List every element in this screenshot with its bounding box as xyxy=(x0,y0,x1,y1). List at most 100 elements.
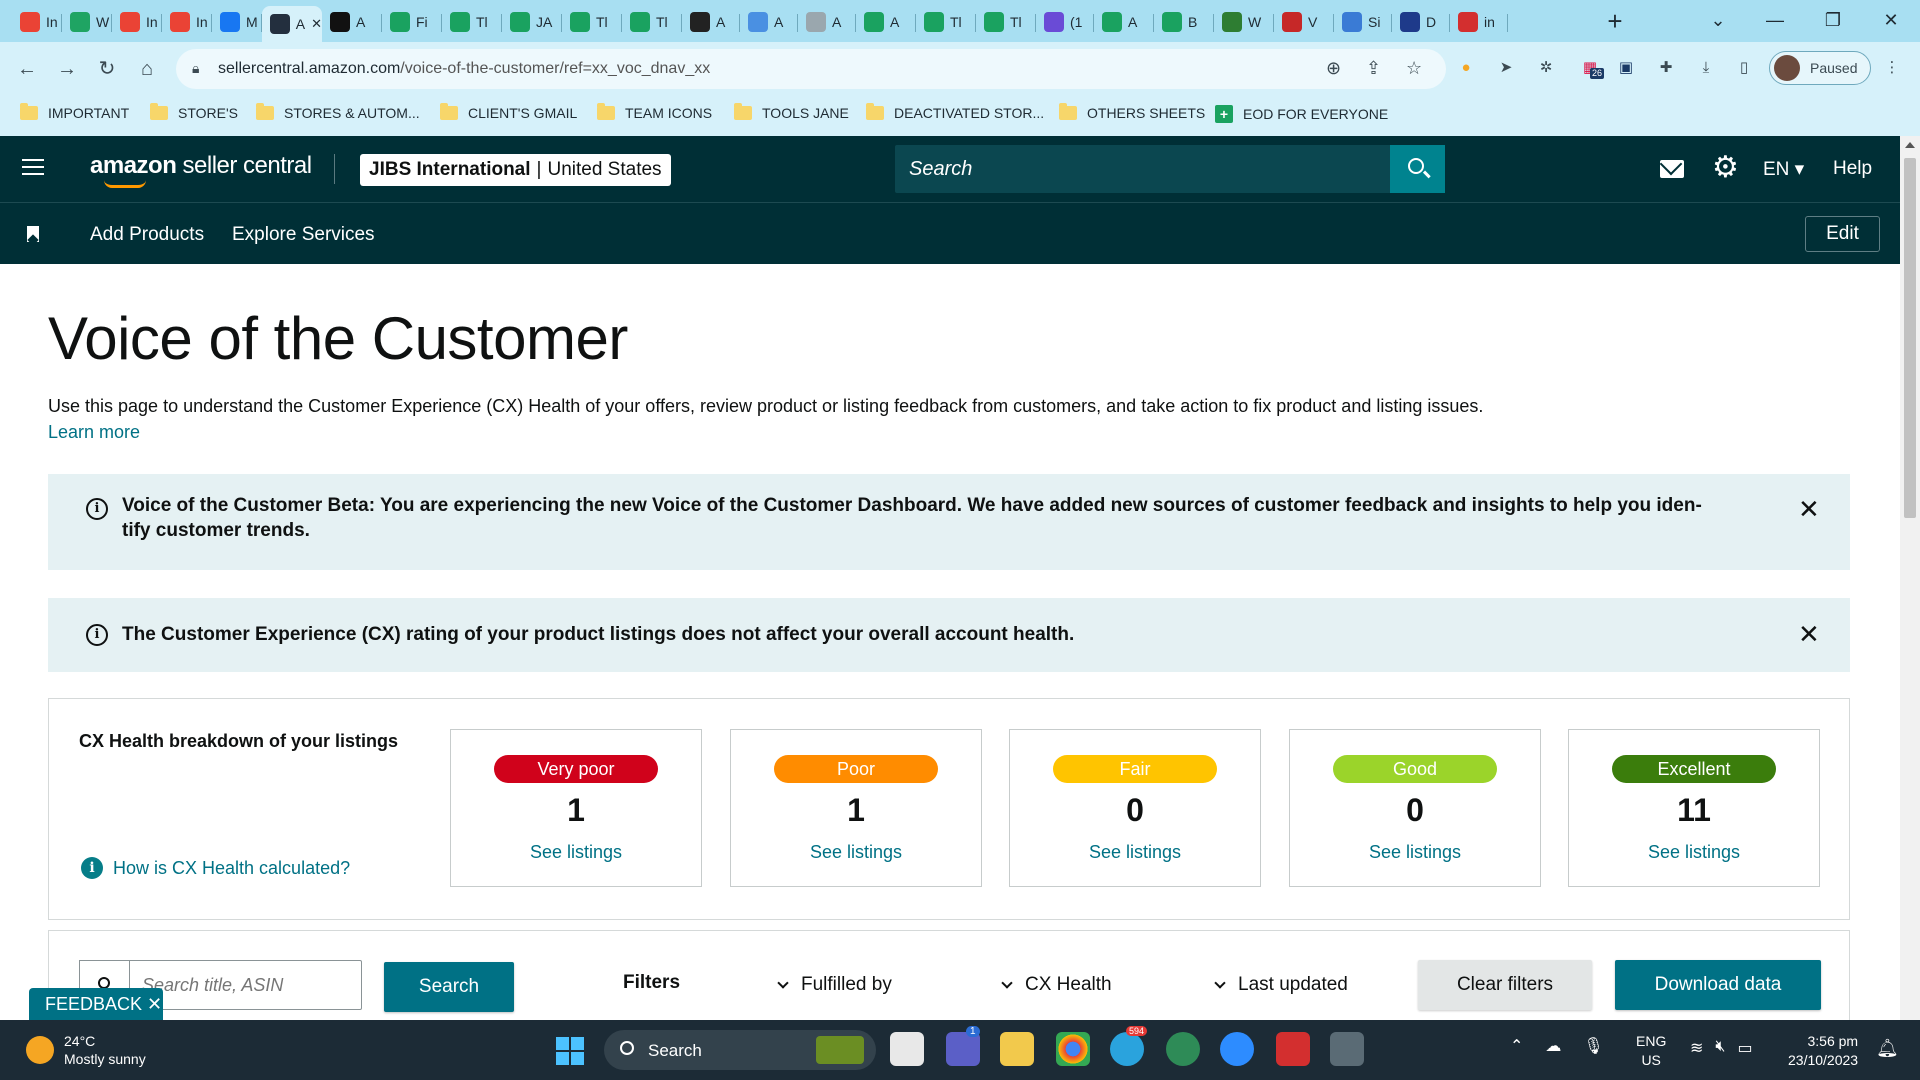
cx-health-dropdown[interactable]: CX Health xyxy=(1001,974,1112,996)
lock-icon[interactable]: 🔒︎ xyxy=(192,60,199,77)
browser-tab[interactable]: Tl xyxy=(976,6,1036,38)
close-icon[interactable]: ✕ xyxy=(147,994,162,1014)
windows-start-icon[interactable] xyxy=(556,1037,584,1065)
browser-tab[interactable]: A ✕ xyxy=(262,6,322,42)
browser-tab[interactable]: M xyxy=(212,6,262,38)
wps-office-icon[interactable] xyxy=(1276,1032,1310,1066)
extension-gear-icon[interactable]: ✲ xyxy=(1534,56,1558,80)
file-explorer-icon[interactable] xyxy=(1000,1032,1034,1066)
zoom-icon[interactable] xyxy=(1220,1032,1254,1066)
side-panel-icon[interactable]: ▯ xyxy=(1732,56,1756,80)
browser-tab[interactable]: A xyxy=(682,6,740,38)
bookmark-item[interactable]: IMPORTANT xyxy=(20,103,129,121)
address-bar[interactable]: 🔒︎ sellercentral.amazon.com/voice-of-the… xyxy=(176,49,1446,89)
notification-bell-icon[interactable]: 🔔︎ xyxy=(1876,1038,1899,1059)
extension-cursor-icon[interactable]: ➤ xyxy=(1494,56,1518,80)
browser-tab[interactable]: Tl xyxy=(916,6,976,38)
chrome-icon[interactable] xyxy=(1056,1032,1090,1066)
browser-tab[interactable]: In xyxy=(112,6,162,38)
calculator-icon[interactable] xyxy=(1330,1032,1364,1066)
mail-icon[interactable] xyxy=(1660,160,1684,178)
see-listings-link[interactable]: See listings xyxy=(1290,842,1540,863)
taskbar-clock[interactable]: 3:56 pm 23/10/2023 xyxy=(1788,1032,1858,1070)
subnav-add-products[interactable]: Add Products xyxy=(90,224,204,246)
bookmark-item[interactable]: DEACTIVATED STOR... xyxy=(866,103,1044,121)
language-indicator[interactable]: ENG US xyxy=(1636,1032,1666,1070)
browser-tab[interactable]: Si xyxy=(1334,6,1392,38)
profile-button[interactable]: Paused xyxy=(1769,51,1871,85)
close-icon[interactable]: ✕ xyxy=(1798,496,1820,522)
see-listings-link[interactable]: See listings xyxy=(731,842,981,863)
bookmark-item[interactable]: OTHERS SHEETS xyxy=(1059,103,1205,121)
bookmark-item[interactable]: + EOD FOR EVERYONE xyxy=(1215,105,1388,123)
see-listings-link[interactable]: See listings xyxy=(451,842,701,863)
extension-calendar-icon[interactable]: ▦26 xyxy=(1578,56,1605,80)
header-search-button[interactable] xyxy=(1390,145,1445,193)
teams-icon[interactable]: 1 xyxy=(946,1026,980,1066)
browser-tab[interactable]: A xyxy=(1094,6,1154,38)
browser-tab[interactable]: A xyxy=(856,6,916,38)
browser-tab[interactable]: JA xyxy=(502,6,562,38)
bookmark-item[interactable]: TOOLS JANE xyxy=(734,103,849,121)
browser-tab[interactable]: In xyxy=(162,6,212,38)
reload-icon[interactable]: ↻ xyxy=(92,54,122,84)
browser-tab[interactable]: W xyxy=(62,6,112,38)
extensions-puzzle-icon[interactable]: ✚ xyxy=(1654,56,1678,80)
store-picker[interactable]: JIBS International | United States xyxy=(360,154,671,186)
edge-icon[interactable] xyxy=(1166,1032,1200,1066)
hamburger-menu-icon[interactable] xyxy=(22,159,44,177)
settings-gear-icon[interactable]: ⚙ xyxy=(1712,153,1739,183)
search-button[interactable]: Search xyxy=(384,962,514,1012)
listing-search-input[interactable]: Search title, ASIN xyxy=(129,960,362,1010)
bookmark-star-icon[interactable]: ☆ xyxy=(1406,58,1422,79)
page-scrollbar[interactable] xyxy=(1900,136,1920,1020)
url-text[interactable]: sellercentral.amazon.com/voice-of-the-cu… xyxy=(218,60,710,78)
system-tray[interactable]: ⌃ ☁ 🎙︎ xyxy=(1510,1036,1604,1056)
telegram-icon[interactable]: 594 xyxy=(1110,1026,1148,1066)
cx-help-link[interactable]: i How is CX Health calculated? xyxy=(81,857,350,879)
see-listings-link[interactable]: See listings xyxy=(1569,842,1819,863)
help-link[interactable]: Help xyxy=(1833,158,1872,180)
bookmark-item[interactable]: TEAM ICONS xyxy=(597,103,712,121)
back-arrow-icon[interactable]: ← xyxy=(12,54,42,84)
microphone-icon[interactable]: 🎙︎ xyxy=(1583,1036,1603,1056)
zoom-icon[interactable]: ⊕ xyxy=(1326,58,1341,79)
close-window-button[interactable]: ✕ xyxy=(1868,4,1914,36)
extension-orange-icon[interactable]: ● xyxy=(1454,56,1478,80)
browser-tab[interactable]: In xyxy=(12,6,62,38)
bookmark-item[interactable]: CLIENT'S GMAIL xyxy=(440,103,577,121)
browser-tab[interactable]: (1 xyxy=(1036,6,1094,38)
forward-arrow-icon[interactable]: → xyxy=(52,54,82,84)
browser-tab[interactable]: D xyxy=(1392,6,1450,38)
browser-tab[interactable]: Tl xyxy=(562,6,622,38)
taskbar-search[interactable]: Search xyxy=(604,1030,876,1070)
edit-button[interactable]: Edit xyxy=(1805,216,1880,252)
new-tab-button[interactable]: + xyxy=(1600,6,1630,37)
extension-grid-icon[interactable]: ▣ xyxy=(1614,56,1638,80)
browser-tab[interactable]: in xyxy=(1450,6,1508,38)
minimize-button[interactable]: — xyxy=(1752,4,1798,36)
browser-tab[interactable]: Tl xyxy=(622,6,682,38)
browser-tab[interactable]: A xyxy=(798,6,856,38)
close-icon[interactable]: ✕ xyxy=(1798,621,1820,647)
download-icon[interactable]: ⤓ xyxy=(1694,56,1718,80)
close-tab-icon[interactable]: ✕ xyxy=(311,16,322,32)
subnav-explore-services[interactable]: Explore Services xyxy=(232,224,375,246)
menu-dots-icon[interactable]: ⋮ xyxy=(1880,56,1904,80)
share-icon[interactable]: ⇪ xyxy=(1366,58,1381,79)
seller-central-logo[interactable]: amazon seller central xyxy=(90,152,312,188)
feedback-button[interactable]: FEEDBACK ✕ xyxy=(29,988,163,1020)
network-volume-battery[interactable]: ≋ 🔇︎ ▭ xyxy=(1690,1038,1753,1058)
bookmark-item[interactable]: STORE'S xyxy=(150,103,238,121)
download-data-button[interactable]: Download data xyxy=(1615,960,1821,1010)
scrollbar-thumb[interactable] xyxy=(1904,158,1916,518)
browser-tab[interactable]: A xyxy=(740,6,798,38)
bookmark-icon[interactable] xyxy=(27,226,39,242)
maximize-button[interactable]: ❐ xyxy=(1810,4,1856,36)
task-view-icon[interactable] xyxy=(890,1032,924,1066)
language-selector[interactable]: EN ▾ xyxy=(1763,158,1804,181)
last-updated-dropdown[interactable]: Last updated xyxy=(1214,974,1348,996)
browser-tab[interactable]: W xyxy=(1214,6,1274,38)
browser-tab[interactable]: A xyxy=(322,6,382,38)
tab-search-chevron-icon[interactable]: ⌄ xyxy=(1695,4,1741,36)
